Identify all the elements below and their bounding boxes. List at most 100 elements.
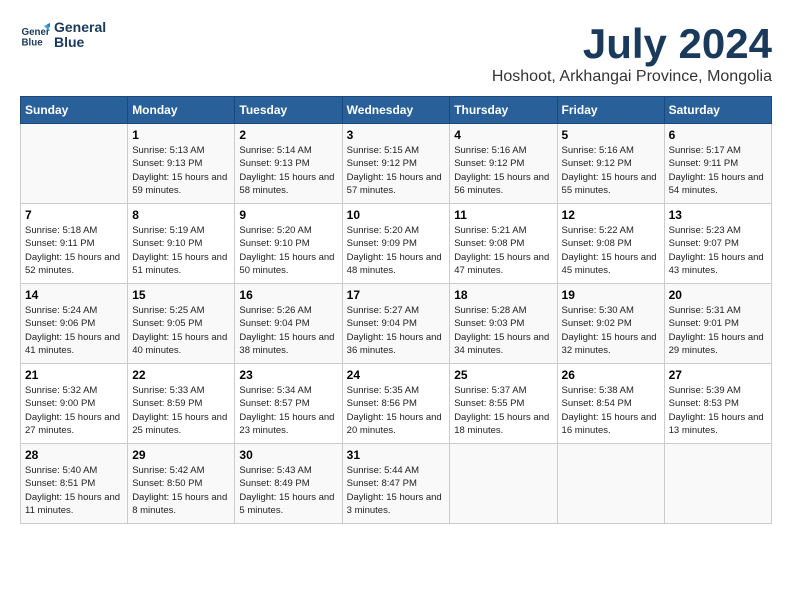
day-number: 7: [25, 208, 123, 222]
day-info: Sunrise: 5:14 AM Sunset: 9:13 PM Dayligh…: [239, 144, 337, 197]
calendar-cell: 31Sunrise: 5:44 AM Sunset: 8:47 PM Dayli…: [342, 444, 450, 524]
calendar-cell: 2 Sunrise: 5:14 AM Sunset: 9:13 PM Daylig…: [235, 124, 342, 204]
day-info: Sunrise: 5:23 AM Sunset: 9:07 PM Dayligh…: [669, 224, 767, 277]
calendar-cell: 24 Sunrise: 5:35 AM Sunset: 8:56 PM Dayli…: [342, 364, 450, 444]
calendar-body: 1 Sunrise: 5:13 AM Sunset: 9:13 PM Daylig…: [21, 124, 772, 524]
day-info: Sunrise: 5:32 AM Sunset: 9:00 PM Dayligh…: [25, 384, 123, 437]
day-number: 3: [347, 128, 446, 142]
day-number: 17: [347, 288, 446, 302]
calendar-cell: 25 Sunrise: 5:37 AM Sunset: 8:55 PM Dayli…: [450, 364, 557, 444]
day-number: 28: [25, 448, 123, 462]
calendar-cell: [21, 124, 128, 204]
day-info: Sunrise: 5:35 AM Sunset: 8:56 PM Dayligh…: [347, 384, 446, 437]
day-number: 27: [669, 368, 767, 382]
day-number: 2: [239, 128, 337, 142]
calendar-cell: 22Sunrise: 5:33 AM Sunset: 8:59 PM Dayli…: [128, 364, 235, 444]
day-info: Sunrise: 5:21 AM Sunset: 9:08 PM Dayligh…: [454, 224, 552, 277]
day-info: Sunrise: 5:28 AM Sunset: 9:03 PM Dayligh…: [454, 304, 552, 357]
day-number: 29: [132, 448, 230, 462]
day-number: 18: [454, 288, 552, 302]
day-number: 24: [347, 368, 446, 382]
day-number: 16: [239, 288, 337, 302]
day-info: Sunrise: 5:27 AM Sunset: 9:04 PM Dayligh…: [347, 304, 446, 357]
header-row: SundayMondayTuesdayWednesdayThursdayFrid…: [21, 97, 772, 124]
day-number: 8: [132, 208, 230, 222]
calendar-cell: 19Sunrise: 5:30 AM Sunset: 9:02 PM Dayli…: [557, 284, 664, 364]
day-info: Sunrise: 5:26 AM Sunset: 9:04 PM Dayligh…: [239, 304, 337, 357]
day-info: Sunrise: 5:17 AM Sunset: 9:11 PM Dayligh…: [669, 144, 767, 197]
weekday-header: Sunday: [21, 97, 128, 124]
day-number: 11: [454, 208, 552, 222]
day-info: Sunrise: 5:37 AM Sunset: 8:55 PM Dayligh…: [454, 384, 552, 437]
day-info: Sunrise: 5:16 AM Sunset: 9:12 PM Dayligh…: [562, 144, 660, 197]
day-number: 31: [347, 448, 446, 462]
day-info: Sunrise: 5:33 AM Sunset: 8:59 PM Dayligh…: [132, 384, 230, 437]
calendar-cell: [450, 444, 557, 524]
day-info: Sunrise: 5:22 AM Sunset: 9:08 PM Dayligh…: [562, 224, 660, 277]
day-info: Sunrise: 5:13 AM Sunset: 9:13 PM Dayligh…: [132, 144, 230, 197]
day-info: Sunrise: 5:43 AM Sunset: 8:49 PM Dayligh…: [239, 464, 337, 517]
calendar-cell: 28 Sunrise: 5:40 AM Sunset: 8:51 PM Dayli…: [21, 444, 128, 524]
day-info: Sunrise: 5:40 AM Sunset: 8:51 PM Dayligh…: [25, 464, 123, 517]
day-number: 20: [669, 288, 767, 302]
calendar-cell: 26Sunrise: 5:38 AM Sunset: 8:54 PM Dayli…: [557, 364, 664, 444]
day-number: 9: [239, 208, 337, 222]
svg-text:Blue: Blue: [22, 38, 44, 49]
day-number: 30: [239, 448, 337, 462]
day-info: Sunrise: 5:20 AM Sunset: 9:10 PM Dayligh…: [239, 224, 337, 277]
day-info: Sunrise: 5:16 AM Sunset: 9:12 PM Dayligh…: [454, 144, 552, 197]
day-number: 4: [454, 128, 552, 142]
calendar-cell: 18 Sunrise: 5:28 AM Sunset: 9:03 PM Dayli…: [450, 284, 557, 364]
calendar-cell: 4 Sunrise: 5:16 AM Sunset: 9:12 PM Daylig…: [450, 124, 557, 204]
calendar-cell: 3Sunrise: 5:15 AM Sunset: 9:12 PM Daylig…: [342, 124, 450, 204]
page-header: General Blue General Blue July 2024 Hosh…: [20, 20, 772, 86]
day-number: 10: [347, 208, 446, 222]
calendar-cell: 13 Sunrise: 5:23 AM Sunset: 9:07 PM Dayli…: [664, 204, 771, 284]
calendar-week-row: 21 Sunrise: 5:32 AM Sunset: 9:00 PM Dayli…: [21, 364, 772, 444]
calendar-header: SundayMondayTuesdayWednesdayThursdayFrid…: [21, 97, 772, 124]
logo-icon: General Blue: [20, 20, 50, 50]
calendar-cell: 5 Sunrise: 5:16 AM Sunset: 9:12 PM Daylig…: [557, 124, 664, 204]
day-info: Sunrise: 5:31 AM Sunset: 9:01 PM Dayligh…: [669, 304, 767, 357]
calendar-cell: 29 Sunrise: 5:42 AM Sunset: 8:50 PM Dayli…: [128, 444, 235, 524]
calendar-cell: [664, 444, 771, 524]
calendar-cell: 10 Sunrise: 5:20 AM Sunset: 9:09 PM Dayli…: [342, 204, 450, 284]
day-info: Sunrise: 5:18 AM Sunset: 9:11 PM Dayligh…: [25, 224, 123, 277]
calendar-cell: 1 Sunrise: 5:13 AM Sunset: 9:13 PM Daylig…: [128, 124, 235, 204]
day-number: 23: [239, 368, 337, 382]
logo-line2: Blue: [54, 35, 106, 50]
day-number: 6: [669, 128, 767, 142]
calendar-cell: 16 Sunrise: 5:26 AM Sunset: 9:04 PM Dayli…: [235, 284, 342, 364]
location-title: Hoshoot, Arkhangai Province, Mongolia: [492, 68, 772, 86]
calendar-cell: 7 Sunrise: 5:18 AM Sunset: 9:11 PM Daylig…: [21, 204, 128, 284]
calendar-table: SundayMondayTuesdayWednesdayThursdayFrid…: [20, 96, 772, 524]
day-info: Sunrise: 5:38 AM Sunset: 8:54 PM Dayligh…: [562, 384, 660, 437]
calendar-cell: 15Sunrise: 5:25 AM Sunset: 9:05 PM Dayli…: [128, 284, 235, 364]
day-number: 25: [454, 368, 552, 382]
day-number: 1: [132, 128, 230, 142]
day-info: Sunrise: 5:39 AM Sunset: 8:53 PM Dayligh…: [669, 384, 767, 437]
logo-text: General Blue: [54, 20, 106, 51]
calendar-cell: 27 Sunrise: 5:39 AM Sunset: 8:53 PM Dayli…: [664, 364, 771, 444]
calendar-week-row: 1 Sunrise: 5:13 AM Sunset: 9:13 PM Daylig…: [21, 124, 772, 204]
calendar-cell: 8 Sunrise: 5:19 AM Sunset: 9:10 PM Daylig…: [128, 204, 235, 284]
day-number: 19: [562, 288, 660, 302]
month-title: July 2024: [492, 20, 772, 68]
calendar-cell: 12Sunrise: 5:22 AM Sunset: 9:08 PM Dayli…: [557, 204, 664, 284]
weekday-header: Thursday: [450, 97, 557, 124]
day-number: 5: [562, 128, 660, 142]
day-number: 13: [669, 208, 767, 222]
logo-line1: General: [54, 20, 106, 35]
day-info: Sunrise: 5:19 AM Sunset: 9:10 PM Dayligh…: [132, 224, 230, 277]
calendar-cell: 9 Sunrise: 5:20 AM Sunset: 9:10 PM Daylig…: [235, 204, 342, 284]
calendar-cell: 17 Sunrise: 5:27 AM Sunset: 9:04 PM Dayli…: [342, 284, 450, 364]
day-info: Sunrise: 5:20 AM Sunset: 9:09 PM Dayligh…: [347, 224, 446, 277]
weekday-header: Tuesday: [235, 97, 342, 124]
day-info: Sunrise: 5:42 AM Sunset: 8:50 PM Dayligh…: [132, 464, 230, 517]
day-number: 21: [25, 368, 123, 382]
calendar-cell: 30 Sunrise: 5:43 AM Sunset: 8:49 PM Dayli…: [235, 444, 342, 524]
title-area: July 2024 Hoshoot, Arkhangai Province, M…: [492, 20, 772, 86]
weekday-header: Friday: [557, 97, 664, 124]
calendar-cell: 20 Sunrise: 5:31 AM Sunset: 9:01 PM Dayli…: [664, 284, 771, 364]
weekday-header: Monday: [128, 97, 235, 124]
